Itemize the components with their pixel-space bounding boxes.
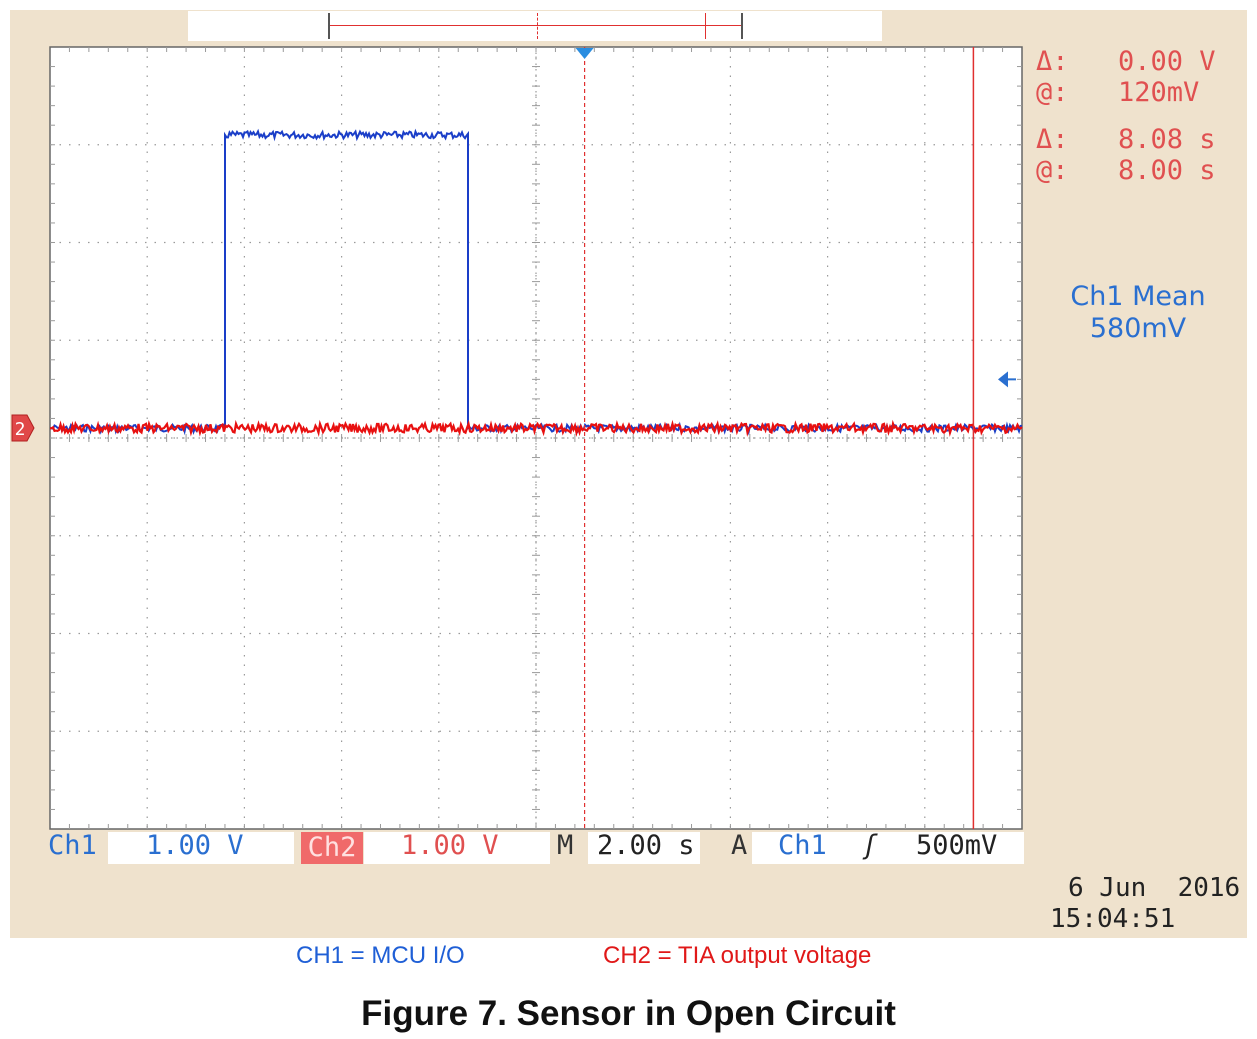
timestamp-time: 15:04:51 bbox=[1050, 904, 1176, 934]
at-t-value: 8.00 s bbox=[1118, 155, 1216, 186]
ch2-marker-label: 2 bbox=[15, 419, 26, 440]
at-v-symbol: @: bbox=[1036, 77, 1069, 108]
legend-ch2: CH2 = TIA output voltage bbox=[603, 942, 872, 969]
timestamp-date: 6 Jun 2016 bbox=[1068, 873, 1241, 903]
delta-v-value: 0.00 V bbox=[1118, 46, 1216, 77]
timebase-label: M bbox=[557, 830, 574, 861]
timebase-value: 2.00 s bbox=[597, 830, 695, 861]
ch2-label: Ch2 bbox=[301, 832, 363, 864]
ch1-label: Ch1 bbox=[48, 830, 97, 861]
graticule bbox=[49, 46, 1023, 830]
figure-title: Figure 7. Sensor in Open Circuit bbox=[361, 994, 896, 1033]
trigger-source: Ch1 bbox=[778, 830, 827, 861]
trigger-level: 500mV bbox=[916, 830, 998, 861]
delta-t-symbol: Δ: bbox=[1036, 124, 1069, 155]
trigger-mode: A bbox=[731, 830, 748, 861]
delta-t-value: 8.08 s bbox=[1118, 124, 1216, 155]
measurement-label: Ch1 Mean bbox=[1070, 281, 1206, 312]
trigger-slope-icon: ʃ bbox=[862, 830, 879, 861]
measurement-value: 580mV bbox=[1089, 313, 1187, 344]
legend-ch1: CH1 = MCU I/O bbox=[296, 942, 465, 969]
ch2-scale: 1.00 V bbox=[401, 830, 499, 861]
ch2-ground-marker: 2 bbox=[11, 414, 35, 442]
at-t-symbol: @: bbox=[1036, 155, 1069, 186]
at-v-value: 120mV bbox=[1118, 77, 1200, 108]
delta-v-symbol: Δ: bbox=[1036, 46, 1069, 77]
ch1-scale: 1.00 V bbox=[146, 830, 244, 861]
